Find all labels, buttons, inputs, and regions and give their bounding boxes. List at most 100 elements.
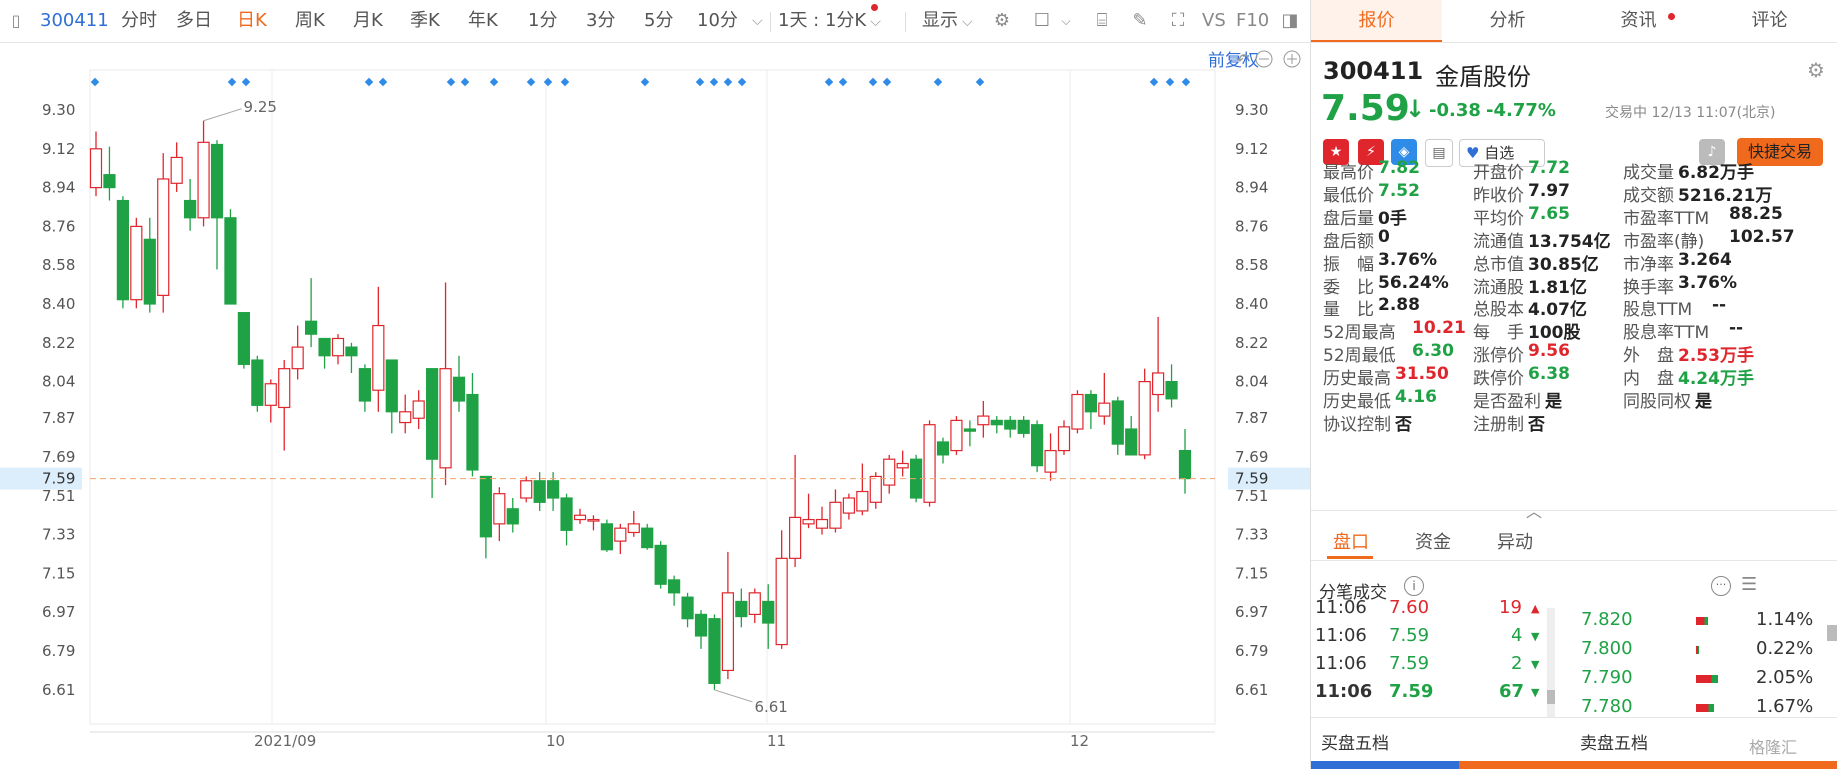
sell-five-levels-label[interactable]: 卖盘五档 xyxy=(1580,729,1648,754)
subtab-orderbook[interactable]: 盘口 xyxy=(1333,528,1369,554)
quote-field-value: 7.72 xyxy=(1528,158,1570,178)
tab-comments[interactable]: 评论 xyxy=(1704,0,1835,42)
tick-volume: 2 xyxy=(1511,653,1523,674)
settings-gear-icon[interactable]: ⚙ xyxy=(990,9,1014,33)
quote-field-value: 3.264 xyxy=(1678,249,1732,270)
quote-field-value: 30.85亿 xyxy=(1528,254,1599,275)
candlestick-series xyxy=(89,120,1192,690)
stock-code-label[interactable]: 300411 xyxy=(40,0,109,42)
chart-toolbar: ▯ 300411 分时 多日 日K 周K 月K 季K 年K 1分 3分 5分 1… xyxy=(0,0,1310,43)
candle-body xyxy=(210,143,224,219)
candle-body xyxy=(1084,393,1097,413)
bookmark-icon[interactable]: ▤ xyxy=(1425,139,1453,167)
compare-vs-button[interactable]: VS xyxy=(1202,0,1226,42)
y-tick-label-right: 9.12 xyxy=(1235,140,1268,158)
adjust-mode-button[interactable]: 前复权 xyxy=(1208,51,1259,71)
candle-body xyxy=(654,544,667,585)
candle-body xyxy=(143,238,156,305)
right-scrollbar-thumb[interactable] xyxy=(1827,625,1837,641)
chevron-down-icon[interactable]: ⌵ xyxy=(1054,9,1078,33)
y-tick-label-right: 8.22 xyxy=(1235,334,1268,352)
event-marker-diamond xyxy=(227,77,237,87)
settings-gear-icon[interactable]: ⚙ xyxy=(1807,58,1825,82)
quote-panel: 报价 分析 资讯 评论 300411 金盾股份 ⚙ 7.59 ↓ -0.38 -… xyxy=(1311,0,1837,769)
panel-toggle-icon[interactable]: ◨ xyxy=(1278,9,1302,33)
candle-body xyxy=(950,419,963,452)
dist-price: 7.820 xyxy=(1581,609,1633,630)
quote-field-value: 4.16 xyxy=(1395,387,1437,407)
quote-field-label: 市盈率TTM xyxy=(1623,208,1710,229)
quote-field-value: 31.50 xyxy=(1395,364,1449,385)
toolbar-divider xyxy=(905,12,906,32)
display-menu[interactable]: 显示 ⌵ xyxy=(922,0,973,42)
pen-icon[interactable]: ✎ xyxy=(1128,9,1152,33)
period-tab-5min[interactable]: 5分 xyxy=(644,0,673,42)
quote-field-label: 内 盘 xyxy=(1623,369,1674,390)
buy-five-levels-label[interactable]: 买盘五档 xyxy=(1321,729,1389,754)
sidebar-toggle-icon[interactable]: ▯ xyxy=(4,9,28,33)
tab-analysis[interactable]: 分析 xyxy=(1442,0,1573,42)
more-options-icon[interactable]: ··· xyxy=(1711,576,1731,596)
quote-field-label: 量 比 xyxy=(1323,300,1374,321)
list-view-icon[interactable]: ☰ xyxy=(1741,574,1757,595)
quote-field-label: 盘后量 xyxy=(1323,208,1374,229)
event-marker-diamond xyxy=(378,77,388,87)
camera-icon[interactable]: ⌸ xyxy=(1090,9,1114,33)
period-tab-intraday[interactable]: 分时 xyxy=(121,0,157,42)
min-label-leader xyxy=(714,689,753,703)
candle-body xyxy=(829,501,842,529)
max-price-label: 9.25 xyxy=(244,98,277,116)
period-tab-10min[interactable]: 10分 xyxy=(697,0,738,42)
subtab-fund[interactable]: 资金 xyxy=(1415,528,1451,554)
undo-icon[interactable]: ↶ xyxy=(1236,50,1249,69)
period-tab-yearly[interactable]: 年K xyxy=(468,0,498,42)
quote-field-value: 3.76% xyxy=(1678,272,1737,293)
quote-field-label: 每 手 xyxy=(1473,323,1524,344)
y-tick-label-left: 8.76 xyxy=(42,217,75,235)
range-select[interactable]: 1天 : 1分K ⌵ xyxy=(778,0,881,42)
scrollbar-thumb[interactable] xyxy=(1547,690,1555,704)
quote-field-label: 市盈率(静) xyxy=(1623,231,1705,252)
quote-field-value: -- xyxy=(1729,318,1744,339)
f10-button[interactable]: F10 xyxy=(1236,0,1269,42)
candle-body xyxy=(452,376,466,402)
quote-field-value: 7.65 xyxy=(1528,203,1570,224)
quote-field-value: 3.76% xyxy=(1378,249,1437,270)
period-more-chevron-icon[interactable]: ⌵ xyxy=(752,0,763,42)
quote-field-label: 同股同权 xyxy=(1623,392,1691,412)
subtab-movement[interactable]: 异动 xyxy=(1497,528,1533,554)
dist-percent: 0.22% xyxy=(1756,638,1814,659)
down-triangle-icon: ▼ xyxy=(1531,686,1540,699)
y-tick-label-right: 7.15 xyxy=(1235,564,1268,582)
info-icon[interactable]: i xyxy=(1404,576,1424,596)
quote-field-label: 52周最高 xyxy=(1323,323,1396,344)
tick-row: 11:06 7.59 67 ▼ xyxy=(1311,681,1543,705)
candle-body xyxy=(224,217,237,305)
period-tab-monthly[interactable]: 月K xyxy=(353,0,383,42)
candle-body xyxy=(439,368,452,469)
fullscreen-icon[interactable]: ⛶ xyxy=(1166,9,1190,33)
candle-body xyxy=(1125,428,1138,456)
period-tab-weekly[interactable]: 周K xyxy=(295,0,325,42)
y-tick-label-left: 8.40 xyxy=(42,295,75,313)
y-tick-label-left: 7.33 xyxy=(42,526,75,544)
quote-field-value: 56.24% xyxy=(1378,272,1449,293)
candle-body xyxy=(641,527,654,549)
draw-rect-icon[interactable]: ☐ xyxy=(1030,9,1054,33)
current-price-label-left: 7.59 xyxy=(42,470,75,488)
quote-field-value: 2.53万手 xyxy=(1678,346,1754,367)
quote-field-value: 6.38 xyxy=(1528,364,1570,385)
tab-news[interactable]: 资讯 xyxy=(1573,0,1704,42)
candle-body xyxy=(896,462,909,469)
period-tab-3min[interactable]: 3分 xyxy=(586,0,615,42)
period-tab-daily[interactable]: 日K xyxy=(237,0,267,42)
event-markers xyxy=(90,77,1191,87)
section-divider xyxy=(1311,717,1837,718)
kline-chart[interactable]: 2021/09 10 11 12 9.30 9.30 9.12 9.12 8.94 8.94 8.7… xyxy=(0,43,1310,769)
quote-field-value: 1.81亿 xyxy=(1528,277,1587,298)
event-marker-diamond xyxy=(933,77,943,87)
period-tab-1min[interactable]: 1分 xyxy=(528,0,557,42)
tab-quote[interactable]: 报价 xyxy=(1311,0,1442,42)
period-tab-quarterly[interactable]: 季K xyxy=(410,0,440,42)
period-tab-multiday[interactable]: 多日 xyxy=(176,0,212,42)
